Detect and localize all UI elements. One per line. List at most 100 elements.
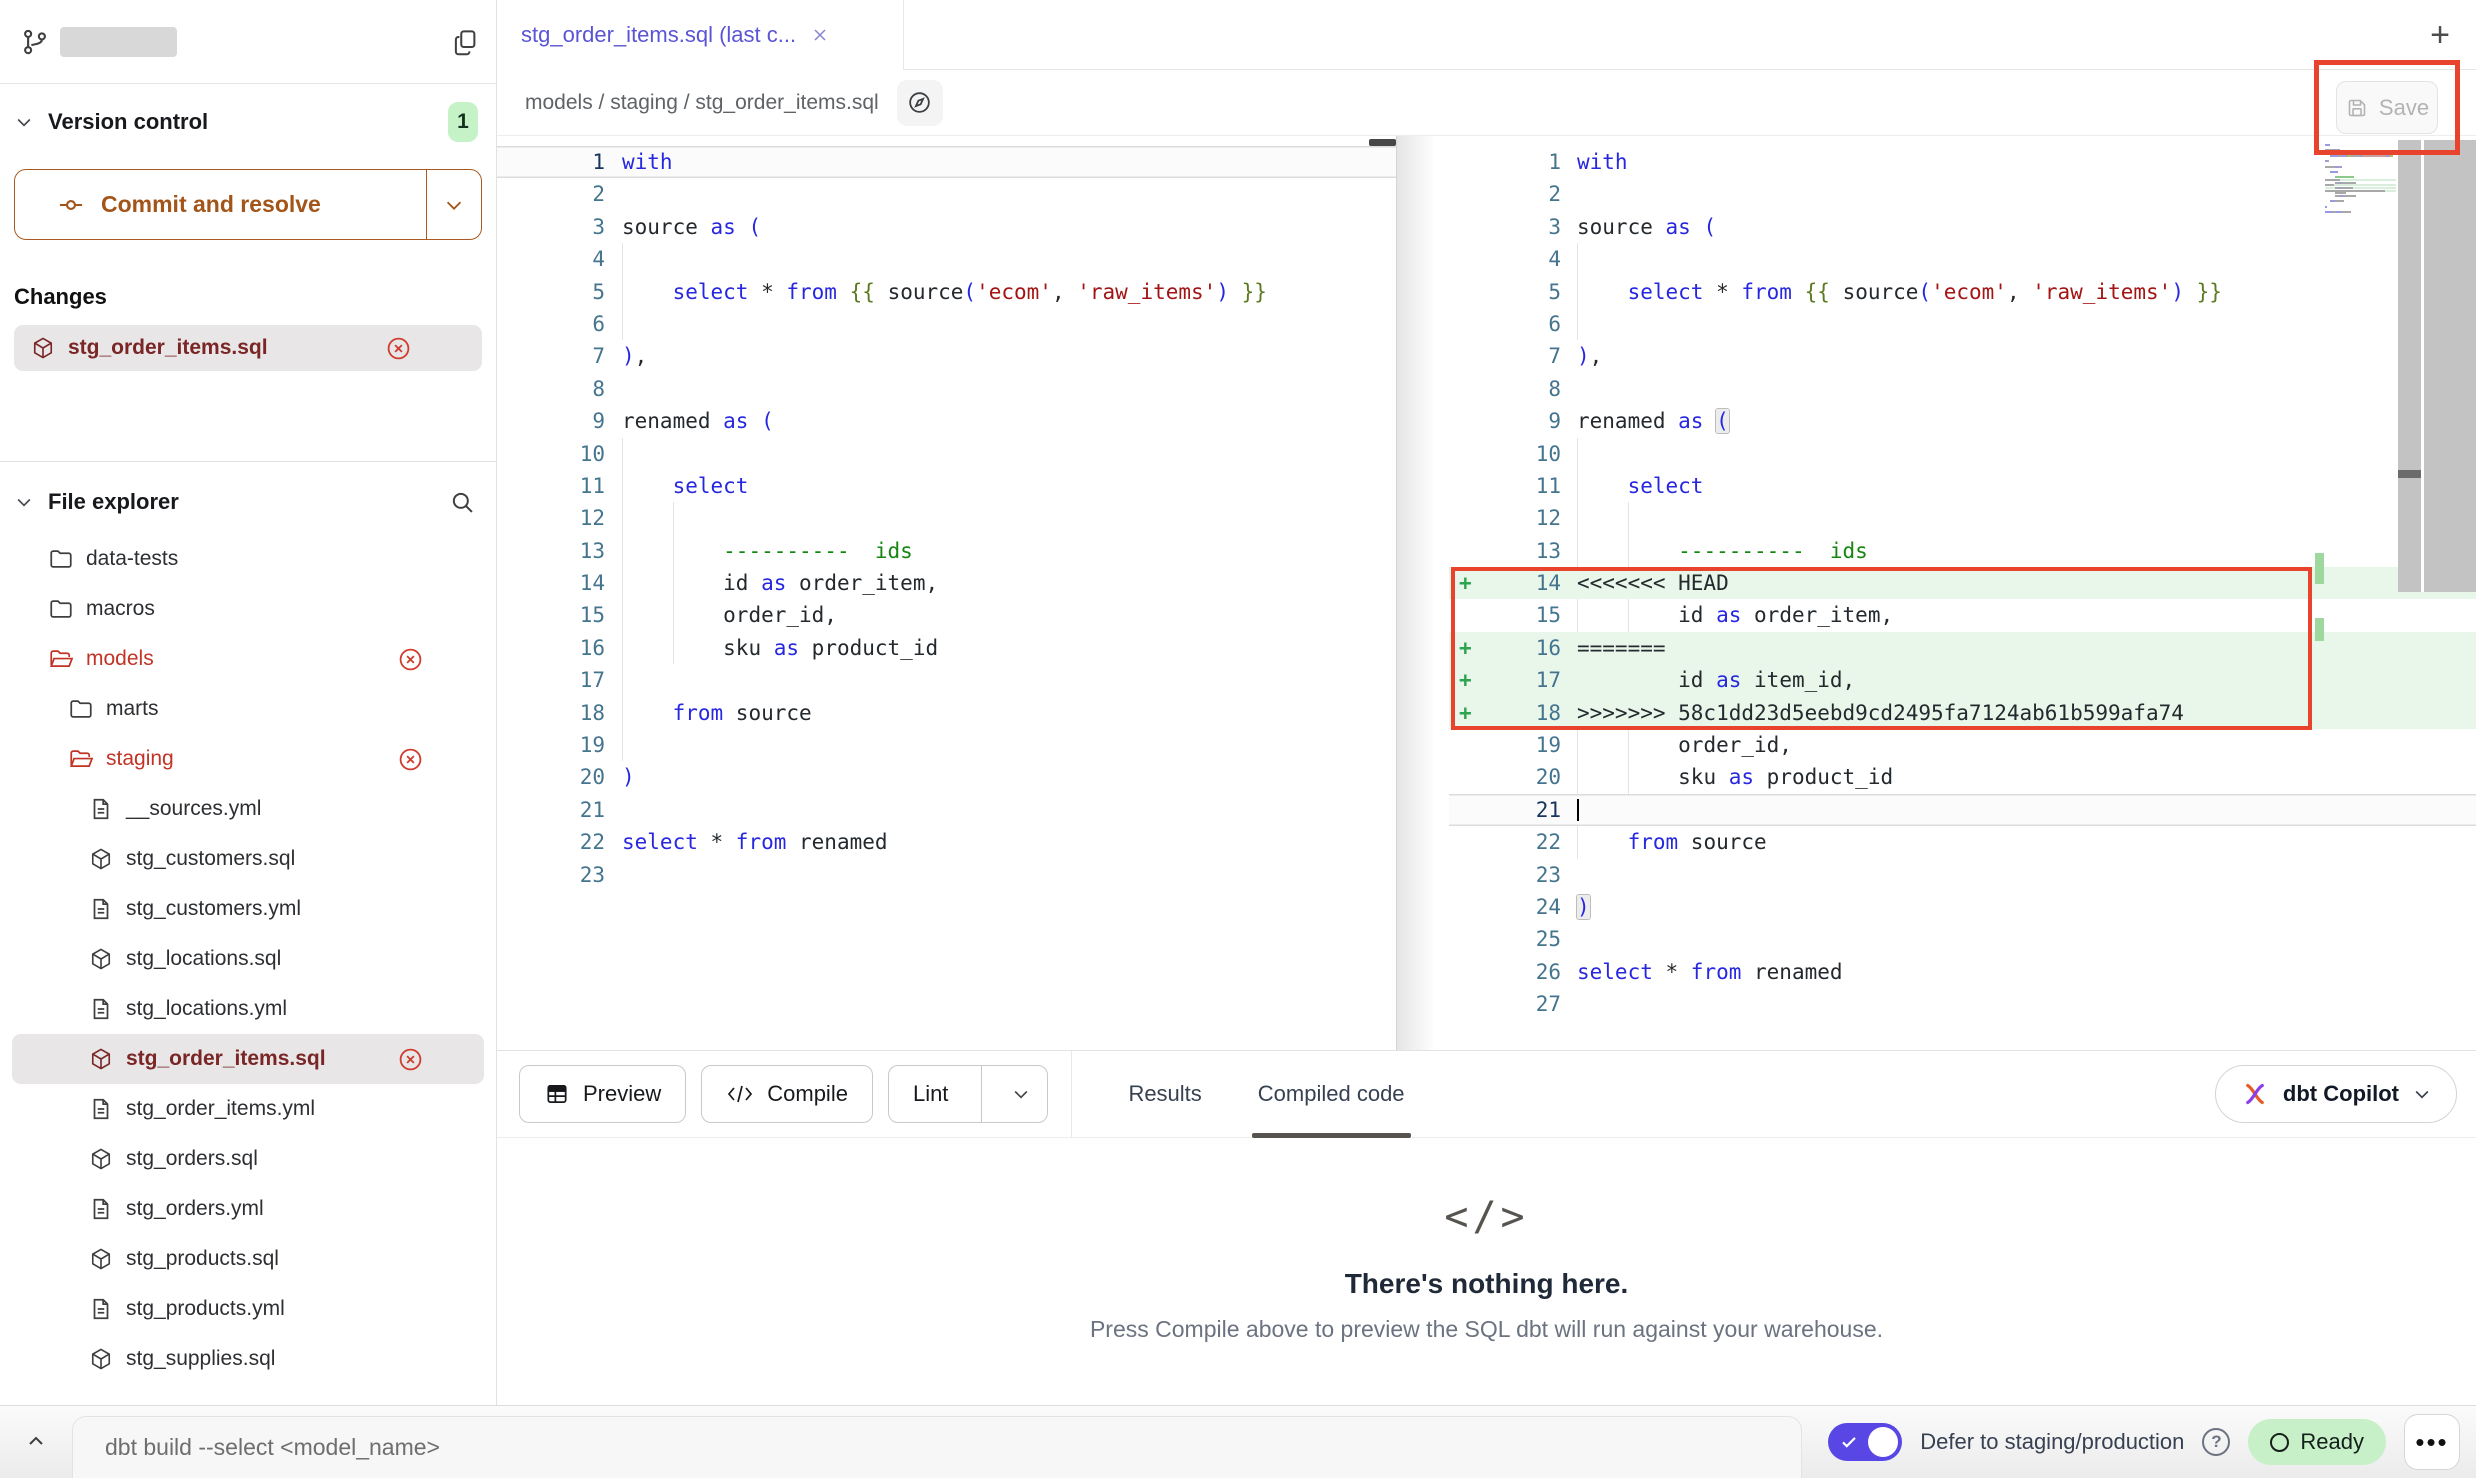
code-line-21[interactable]: 21 (497, 794, 1396, 826)
defer-toggle[interactable] (1828, 1423, 1902, 1461)
diff-added-marker (1449, 178, 1487, 210)
code-text (1561, 373, 2476, 405)
conflict-x-circle-icon[interactable] (397, 746, 424, 773)
chevron-down-icon (14, 112, 34, 132)
sidebar-top-bar (0, 0, 496, 84)
tree-item-stg_supplies.sql[interactable]: stg_supplies.sql (12, 1334, 484, 1384)
code-line-19[interactable]: 19 (497, 729, 1396, 761)
tab-bar: stg_order_items.sql (last c... + (497, 0, 2476, 70)
line-number: 9 (497, 405, 605, 437)
code-text (605, 502, 1396, 534)
tree-item-macros[interactable]: macros (12, 584, 484, 634)
code-line-13[interactable]: 13 ---------- ids (497, 535, 1396, 567)
scrollbar-track-outer[interactable] (2424, 140, 2476, 592)
tree-item-stg_orders.sql[interactable]: stg_orders.sql (12, 1134, 484, 1184)
code-line-15[interactable]: 15 order_id, (497, 599, 1396, 631)
dbt-copilot-button[interactable]: dbt Copilot (2215, 1065, 2457, 1123)
defer-toggle-label: Defer to staging/production (1920, 1429, 2184, 1455)
tree-item-stg_order_items.yml[interactable]: stg_order_items.yml (12, 1084, 484, 1134)
code-line-8[interactable]: 8 (497, 373, 1396, 405)
code-text (605, 859, 1396, 891)
help-question-icon[interactable]: ? (2202, 1428, 2230, 1456)
new-tab-button[interactable]: + (2404, 18, 2476, 52)
tree-item-stg_locations.sql[interactable]: stg_locations.sql (12, 934, 484, 984)
code-line-7[interactable]: 7), (497, 340, 1396, 372)
preview-button[interactable]: Preview (519, 1065, 686, 1123)
search-icon[interactable] (448, 488, 476, 516)
code-line-2[interactable]: 2 (497, 178, 1396, 210)
changed-file-stg_order_items[interactable]: stg_order_items.sql (14, 325, 482, 371)
commit-options-chevron[interactable] (427, 170, 481, 239)
folder-icon (48, 546, 74, 572)
copy-docs-icon[interactable] (450, 27, 480, 57)
save-button[interactable]: Save (2336, 81, 2438, 134)
dbt-command-input[interactable] (105, 1434, 1632, 1461)
more-options-button[interactable]: ••• (2404, 1414, 2460, 1470)
tree-item-stg_customers.sql[interactable]: stg_customers.sql (12, 834, 484, 884)
line-number: 10 (497, 438, 605, 470)
branch-selector[interactable] (20, 27, 177, 57)
tab-close-icon[interactable] (810, 25, 830, 45)
tree-item-staging[interactable]: staging (12, 734, 484, 784)
code-line-17[interactable]: 17 (497, 664, 1396, 696)
code-line-9[interactable]: 9renamed as ( (497, 405, 1396, 437)
file-explorer-header[interactable]: File explorer (0, 480, 496, 524)
file-icon (88, 996, 114, 1022)
code-line-16[interactable]: 16 sku as product_id (497, 632, 1396, 664)
code-line-3[interactable]: 3source as ( (497, 211, 1396, 243)
tree-item-stg_orders.yml[interactable]: stg_orders.yml (12, 1184, 484, 1234)
code-line-22[interactable]: 22select * from renamed (497, 826, 1396, 858)
lint-button-label[interactable]: Lint (889, 1066, 968, 1122)
status-badge-label: Ready (2300, 1429, 2364, 1455)
empty-state-title: There's nothing here. (497, 1268, 2476, 1300)
code-text (605, 729, 1396, 761)
code-text (605, 243, 1396, 275)
code-line-5[interactable]: 5 select * from {{ source('ecom', 'raw_i… (497, 276, 1396, 308)
tree-item-stg_locations.yml[interactable]: stg_locations.yml (12, 984, 484, 1034)
lint-options-chevron[interactable] (995, 1066, 1047, 1122)
code-line-20[interactable]: 20) (497, 761, 1396, 793)
tab-stg_order_items[interactable]: stg_order_items.sql (last c... (497, 0, 904, 70)
tree-item-models[interactable]: models (12, 634, 484, 684)
code-text (1561, 859, 2476, 891)
version-control-header[interactable]: Version control 1 (14, 100, 482, 144)
tab-compiled-code[interactable]: Compiled code (1258, 1051, 1405, 1138)
code-line-12[interactable]: 12 (497, 502, 1396, 534)
tree-item-__sources.yml[interactable]: __sources.yml (12, 784, 484, 834)
dbt-copilot-logo-icon (2240, 1079, 2270, 1109)
compile-button[interactable]: Compile (701, 1065, 873, 1123)
code-line-10[interactable]: 10 (497, 438, 1396, 470)
tree-item-label: __sources.yml (126, 797, 261, 821)
tree-item-stg_order_items.sql[interactable]: stg_order_items.sql (12, 1034, 484, 1084)
conflict-x-circle-icon[interactable] (397, 1046, 424, 1073)
tree-item-stg_customers.yml[interactable]: stg_customers.yml (12, 884, 484, 934)
lint-button[interactable]: Lint (888, 1065, 1048, 1123)
editor-pane-original[interactable]: 1with23source as (45 select * from {{ so… (497, 136, 1397, 1050)
tree-item-data-tests[interactable]: data-tests (12, 534, 484, 584)
history-expand-chevron[interactable] (0, 1430, 72, 1454)
line-number: 14 (1487, 567, 1561, 599)
discard-x-circle-icon[interactable] (385, 335, 412, 362)
code-line-23[interactable]: 23 (497, 859, 1396, 891)
code-line-18[interactable]: 18 from source (497, 697, 1396, 729)
lint-button-divider (981, 1066, 982, 1122)
code-text: ), (1561, 340, 2476, 372)
pane-splitter[interactable] (1397, 136, 1449, 1050)
code-line-14[interactable]: 14 id as order_item, (497, 567, 1396, 599)
code-line-4[interactable]: 4 (497, 243, 1396, 275)
code-line-1[interactable]: 1with (497, 146, 1396, 178)
tree-item-stg_products.yml[interactable]: stg_products.yml (12, 1284, 484, 1334)
code-text (1561, 438, 2476, 470)
scrollbar-track-inner[interactable] (2398, 140, 2421, 592)
lineage-compass-icon[interactable] (897, 80, 943, 126)
editor-pane-working[interactable]: 1with23source as (45 select * from {{ so… (1449, 136, 2476, 1050)
code-line-6[interactable]: 6 (497, 308, 1396, 340)
code-line-11[interactable]: 11 select (497, 470, 1396, 502)
tree-item-marts[interactable]: marts (12, 684, 484, 734)
left-pane-scrollbar-thumb[interactable] (1369, 139, 1396, 146)
conflict-x-circle-icon[interactable] (397, 646, 424, 673)
line-number: 25 (1487, 923, 1561, 955)
tab-results[interactable]: Results (1128, 1051, 1201, 1138)
tree-item-stg_products.sql[interactable]: stg_products.sql (12, 1234, 484, 1284)
commit-and-resolve-button[interactable]: Commit and resolve (14, 169, 482, 240)
